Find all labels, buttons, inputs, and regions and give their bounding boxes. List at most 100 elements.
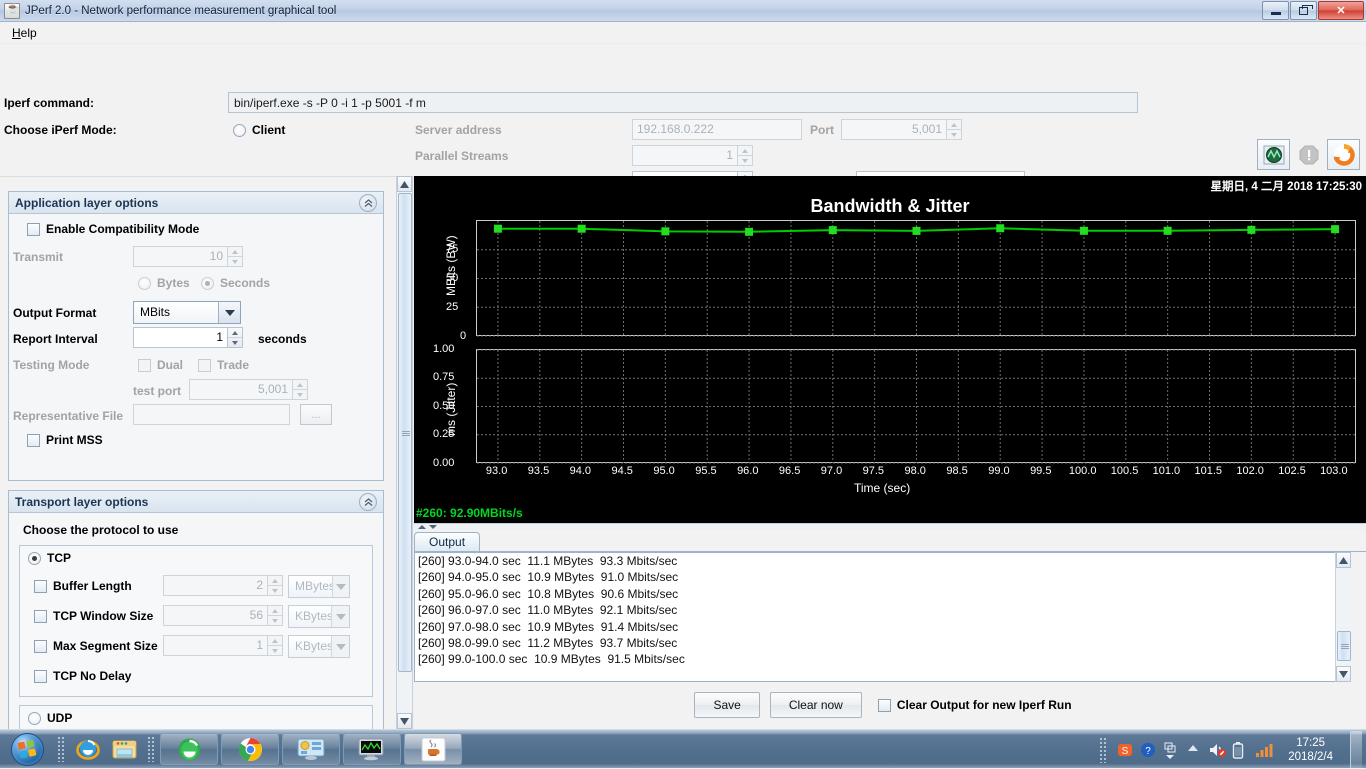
maxseg-spin-up-icon[interactable] [268,636,282,646]
volume-muted-icon[interactable] [1209,742,1227,758]
start-button[interactable] [2,731,52,767]
port-spin-up-icon[interactable] [947,120,961,130]
transmit-spinner-arrows[interactable] [228,246,243,267]
transport-layer-collapse-button[interactable] [359,493,377,511]
battery-icon[interactable] [1232,741,1248,759]
parallel-streams-spinner-arrows[interactable] [738,145,753,166]
tcpwin-spin-up-icon[interactable] [268,606,282,616]
splitter-down-icon[interactable] [429,525,437,529]
application-layer-header[interactable]: Application layer options [9,192,383,214]
test-port-input[interactable]: 5,001 [189,379,293,400]
scroll-thumb[interactable] [398,193,412,672]
max-segment-size-checkbox[interactable]: Max Segment Size [34,639,158,653]
print-mss-checkbox[interactable]: Print MSS [27,433,103,447]
clear-output-on-run-checkbox[interactable]: Clear Output for new Iperf Run [877,698,1072,712]
save-button[interactable]: Save [694,692,760,718]
taskbar-jperf[interactable] [404,733,462,765]
maxseg-spin-down-icon[interactable] [268,646,282,655]
streams-spin-down-icon[interactable] [738,156,752,165]
port-spinner-arrows[interactable] [947,119,962,140]
representative-file-input[interactable] [133,404,290,425]
transmit-spin-up-icon[interactable] [228,247,242,257]
buffer-length-checkbox[interactable]: Buffer Length [34,579,132,593]
port-spin-down-icon[interactable] [947,130,961,139]
transmit-input[interactable]: 10 [133,246,228,267]
taskbar-chrome[interactable] [221,733,279,765]
testing-mode-dual-checkbox[interactable]: Dual [138,358,183,372]
quicklaunch-grip-handle[interactable] [57,736,65,762]
tcp-window-unit-combo[interactable]: KBytes [288,605,350,628]
test-port-spinner[interactable]: 5,001 [189,379,308,400]
tray-grip-handle[interactable] [1099,736,1108,763]
quicklaunch-internet-explorer[interactable] [70,733,106,765]
help-icon[interactable]: ? [1140,742,1156,758]
tcpwin-spin-down-icon[interactable] [268,616,282,625]
application-layer-collapse-button[interactable] [359,194,377,212]
buflen-spin-up-icon[interactable] [268,576,282,586]
buffer-length-unit-combo[interactable]: MBytes [288,575,350,598]
buffer-length-spinner[interactable]: 2 [163,575,283,596]
output-format-combo[interactable]: MBits [133,301,241,324]
output-scroll-thumb[interactable] [1337,631,1351,661]
parallel-streams-input[interactable]: 1 [632,145,738,166]
buffer-length-spinner-arrows[interactable] [268,575,283,596]
scroll-up-button[interactable] [397,176,412,192]
splitter-up-icon[interactable] [418,525,426,529]
tcp-window-spinner-arrows[interactable] [268,605,283,626]
transmit-bytes-radio[interactable]: Bytes [138,276,190,290]
taskbar-internet-explorer[interactable] [160,733,218,765]
report-interval-input[interactable]: 1 [133,327,228,348]
scroll-down-button[interactable] [397,713,412,729]
sogou-icon[interactable]: S [1117,742,1133,758]
testport-spin-up-icon[interactable] [293,380,307,390]
restart-iperf-button[interactable] [1327,139,1360,170]
maximize-button[interactable] [1290,1,1317,20]
tcpwin-unit-chevron-down-icon[interactable] [331,606,349,627]
clear-now-button[interactable]: Clear now [769,692,862,718]
interval-spin-up-icon[interactable] [228,328,242,338]
close-button[interactable]: ✕ [1318,1,1364,20]
maxseg-unit-chevron-down-icon[interactable] [331,636,349,657]
report-interval-spinner[interactable]: 1 [133,327,243,348]
chart-output-splitter[interactable] [414,523,1366,530]
quicklaunch-file-explorer[interactable] [106,733,142,765]
output-vertical-scrollbar[interactable] [1335,552,1352,682]
output-scroll-up-button[interactable] [1336,552,1351,568]
streams-spin-up-icon[interactable] [738,146,752,156]
output-format-chevron-down-icon[interactable] [218,302,240,323]
options-vertical-scrollbar[interactable] [396,176,413,729]
network-signal-icon[interactable] [1255,742,1275,758]
taskband-grip-handle[interactable] [147,736,155,762]
tcp-no-delay-checkbox[interactable]: TCP No Delay [34,669,131,683]
max-segment-unit-combo[interactable]: KBytes [288,635,350,658]
transmit-spinner[interactable]: 10 [133,246,243,267]
transmit-spin-down-icon[interactable] [228,257,242,266]
output-text-area[interactable]: [260] 93.0-94.0 sec 11.1 MBytes 93.3 Mbi… [414,552,1352,682]
taskbar-control-panel[interactable] [282,733,340,765]
test-port-spinner-arrows[interactable] [293,379,308,400]
transmit-seconds-radio[interactable]: Seconds [201,276,270,290]
parallel-streams-spinner[interactable]: 1 [632,145,753,166]
buffer-unit-chevron-down-icon[interactable] [331,576,349,597]
interval-spin-down-icon[interactable] [228,338,242,347]
testport-spin-down-icon[interactable] [293,390,307,399]
report-interval-spinner-arrows[interactable] [228,327,243,348]
output-scroll-down-button[interactable] [1336,666,1351,682]
minimize-button[interactable] [1262,1,1289,20]
taskbar-clock[interactable]: 17:25 2018/2/4 [1282,736,1341,764]
tab-output[interactable]: Output [414,532,481,552]
taskbar-monitor-app[interactable] [343,733,401,765]
udp-radio[interactable]: UDP [28,711,72,725]
menu-item-help[interactable]: Help [6,24,43,42]
run-iperf-button[interactable] [1257,139,1290,170]
buffer-length-input[interactable]: 2 [163,575,268,596]
tcp-window-size-input[interactable]: 56 [163,605,268,626]
max-segment-size-spinner[interactable]: 1 [163,635,283,656]
tcp-window-size-checkbox[interactable]: TCP Window Size [34,609,153,623]
show-desktop-button[interactable] [1350,731,1362,768]
server-address-input[interactable]: 192.168.0.222 [632,119,802,140]
iperf-command-field[interactable]: bin/iperf.exe -s -P 0 -i 1 -p 5001 -f m [228,92,1138,113]
tcp-window-size-spinner[interactable]: 56 [163,605,283,626]
chevron-up-icon[interactable] [1186,742,1202,758]
port-spinner[interactable]: 5,001 [841,119,962,140]
